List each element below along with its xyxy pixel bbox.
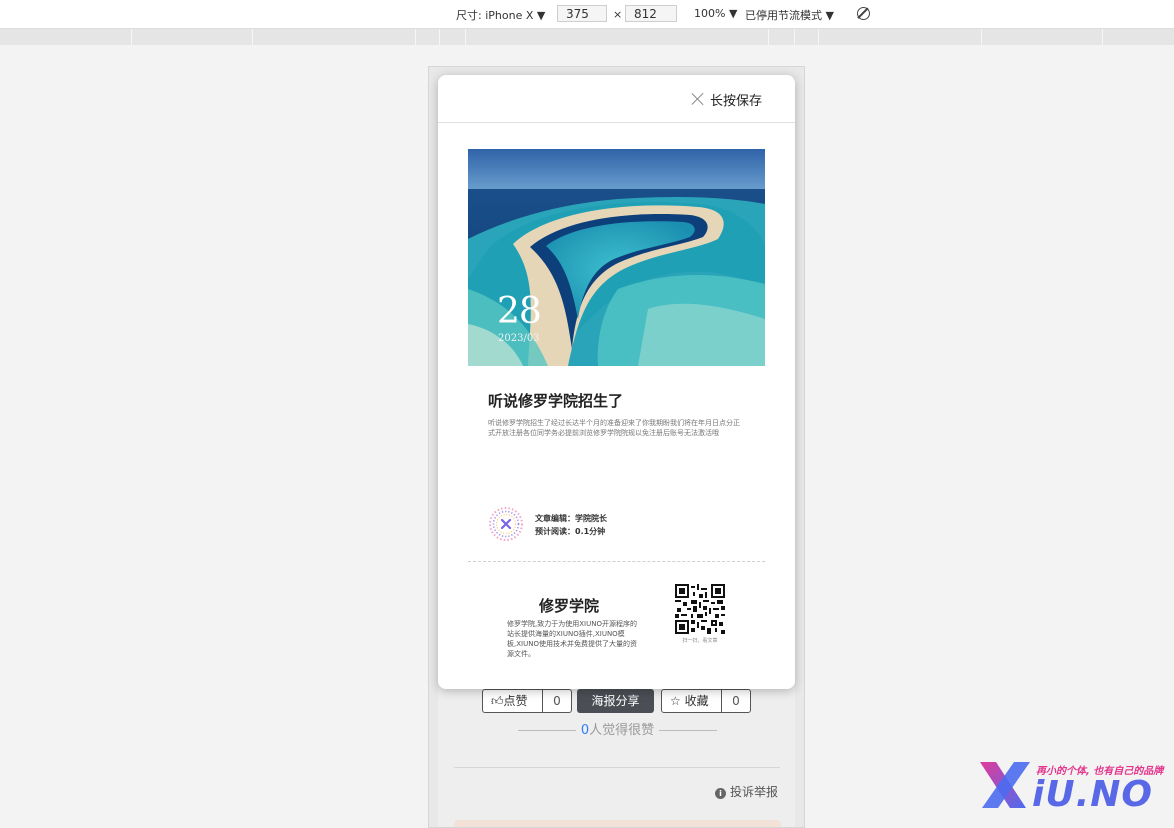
ruler-tick	[794, 29, 795, 45]
brand-name: 修罗学院	[539, 597, 600, 615]
zoom-select[interactable]: 100% ▼	[694, 7, 737, 20]
poster-share-button[interactable]: 海报分享	[577, 689, 654, 713]
favorite-count: 0	[721, 690, 750, 712]
chevron-down-icon: ▼	[536, 9, 546, 22]
ruler-tick	[1102, 29, 1103, 45]
poster-image: 28 2023/03	[468, 149, 765, 366]
author-meta: 文章编辑：学院院长 预计阅读：0.1分钟	[535, 512, 607, 538]
save-hint: 长按保存	[710, 94, 763, 109]
ruler-tick	[768, 29, 769, 45]
report-link[interactable]: i 投诉举报	[714, 783, 778, 800]
device-toolbar: 尺寸: iPhone X ▼ 375 × 812 100% ▼ 已停用节流模式 …	[0, 0, 1174, 29]
star-icon: ☆	[670, 694, 681, 708]
chevron-down-icon: ▼	[728, 7, 738, 20]
poster-modal: 长按保存 28 2023/03 听说修罗学院招生了 听说修罗学院招生了经过长达半…	[438, 75, 795, 689]
height-input[interactable]: 812	[625, 5, 677, 22]
report-label: 投诉举报	[729, 785, 778, 799]
thumbs-up-icon: 👍︎	[491, 694, 504, 708]
modal-header: 长按保存	[438, 75, 795, 123]
liked-summary: 0人觉得很赞	[429, 719, 804, 738]
qr-caption: 扫一扫，看文章	[682, 638, 718, 644]
post-excerpt: 听说修罗学院招生了经过长达半个月的准备迎来了你我期盼我们将在年月日点分正式开放注…	[488, 419, 740, 437]
media-query-ruler[interactable]	[0, 29, 1174, 45]
section-divider	[454, 767, 780, 768]
read-time: 预计阅读：0.1分钟	[535, 527, 606, 536]
ruler-tick	[818, 29, 819, 45]
post-title: 听说修罗学院招生了	[488, 392, 624, 410]
dimension-separator: ×	[613, 8, 623, 21]
poster-divider	[468, 561, 765, 562]
liked-text: 人觉得很赞	[589, 723, 655, 738]
rotate-icon[interactable]	[857, 7, 870, 20]
divider-line	[659, 730, 718, 731]
favorite-button[interactable]: ☆ 收藏 0	[661, 689, 751, 713]
ruler-tick	[252, 29, 253, 45]
divider-line	[517, 730, 576, 731]
notice-box	[454, 820, 781, 827]
author-avatar	[489, 507, 523, 541]
like-button[interactable]: 👍︎点赞 0	[482, 689, 572, 713]
ruler-tick	[439, 29, 440, 45]
brand-description: 修罗学院,致力于为使用XIUNO开源程序的站长提供海量的XIUNO插件,XIUN…	[507, 620, 637, 658]
author-line: 文章编辑：学院院长	[535, 514, 607, 523]
chevron-down-icon: ▼	[825, 9, 834, 22]
like-count: 0	[542, 690, 571, 712]
like-label: 点赞	[503, 694, 528, 708]
ruler-tick	[415, 29, 416, 45]
ruler-tick	[131, 29, 132, 45]
post-day: 28	[497, 291, 542, 332]
qr-code	[675, 584, 725, 634]
info-icon: i	[714, 788, 726, 799]
width-input[interactable]: 375	[557, 5, 607, 22]
close-icon[interactable]	[691, 92, 704, 105]
ruler-tick	[465, 29, 466, 45]
favorite-label: 收藏	[684, 694, 709, 708]
ruler-tick	[981, 29, 982, 45]
device-select[interactable]: 尺寸: iPhone X ▼	[456, 7, 545, 23]
post-year-month: 2023/03	[498, 333, 540, 344]
throttle-select[interactable]: 已停用节流模式 ▼	[745, 7, 834, 23]
watermark-text: iU.NO	[1032, 774, 1153, 815]
liked-count: 0	[580, 723, 590, 738]
